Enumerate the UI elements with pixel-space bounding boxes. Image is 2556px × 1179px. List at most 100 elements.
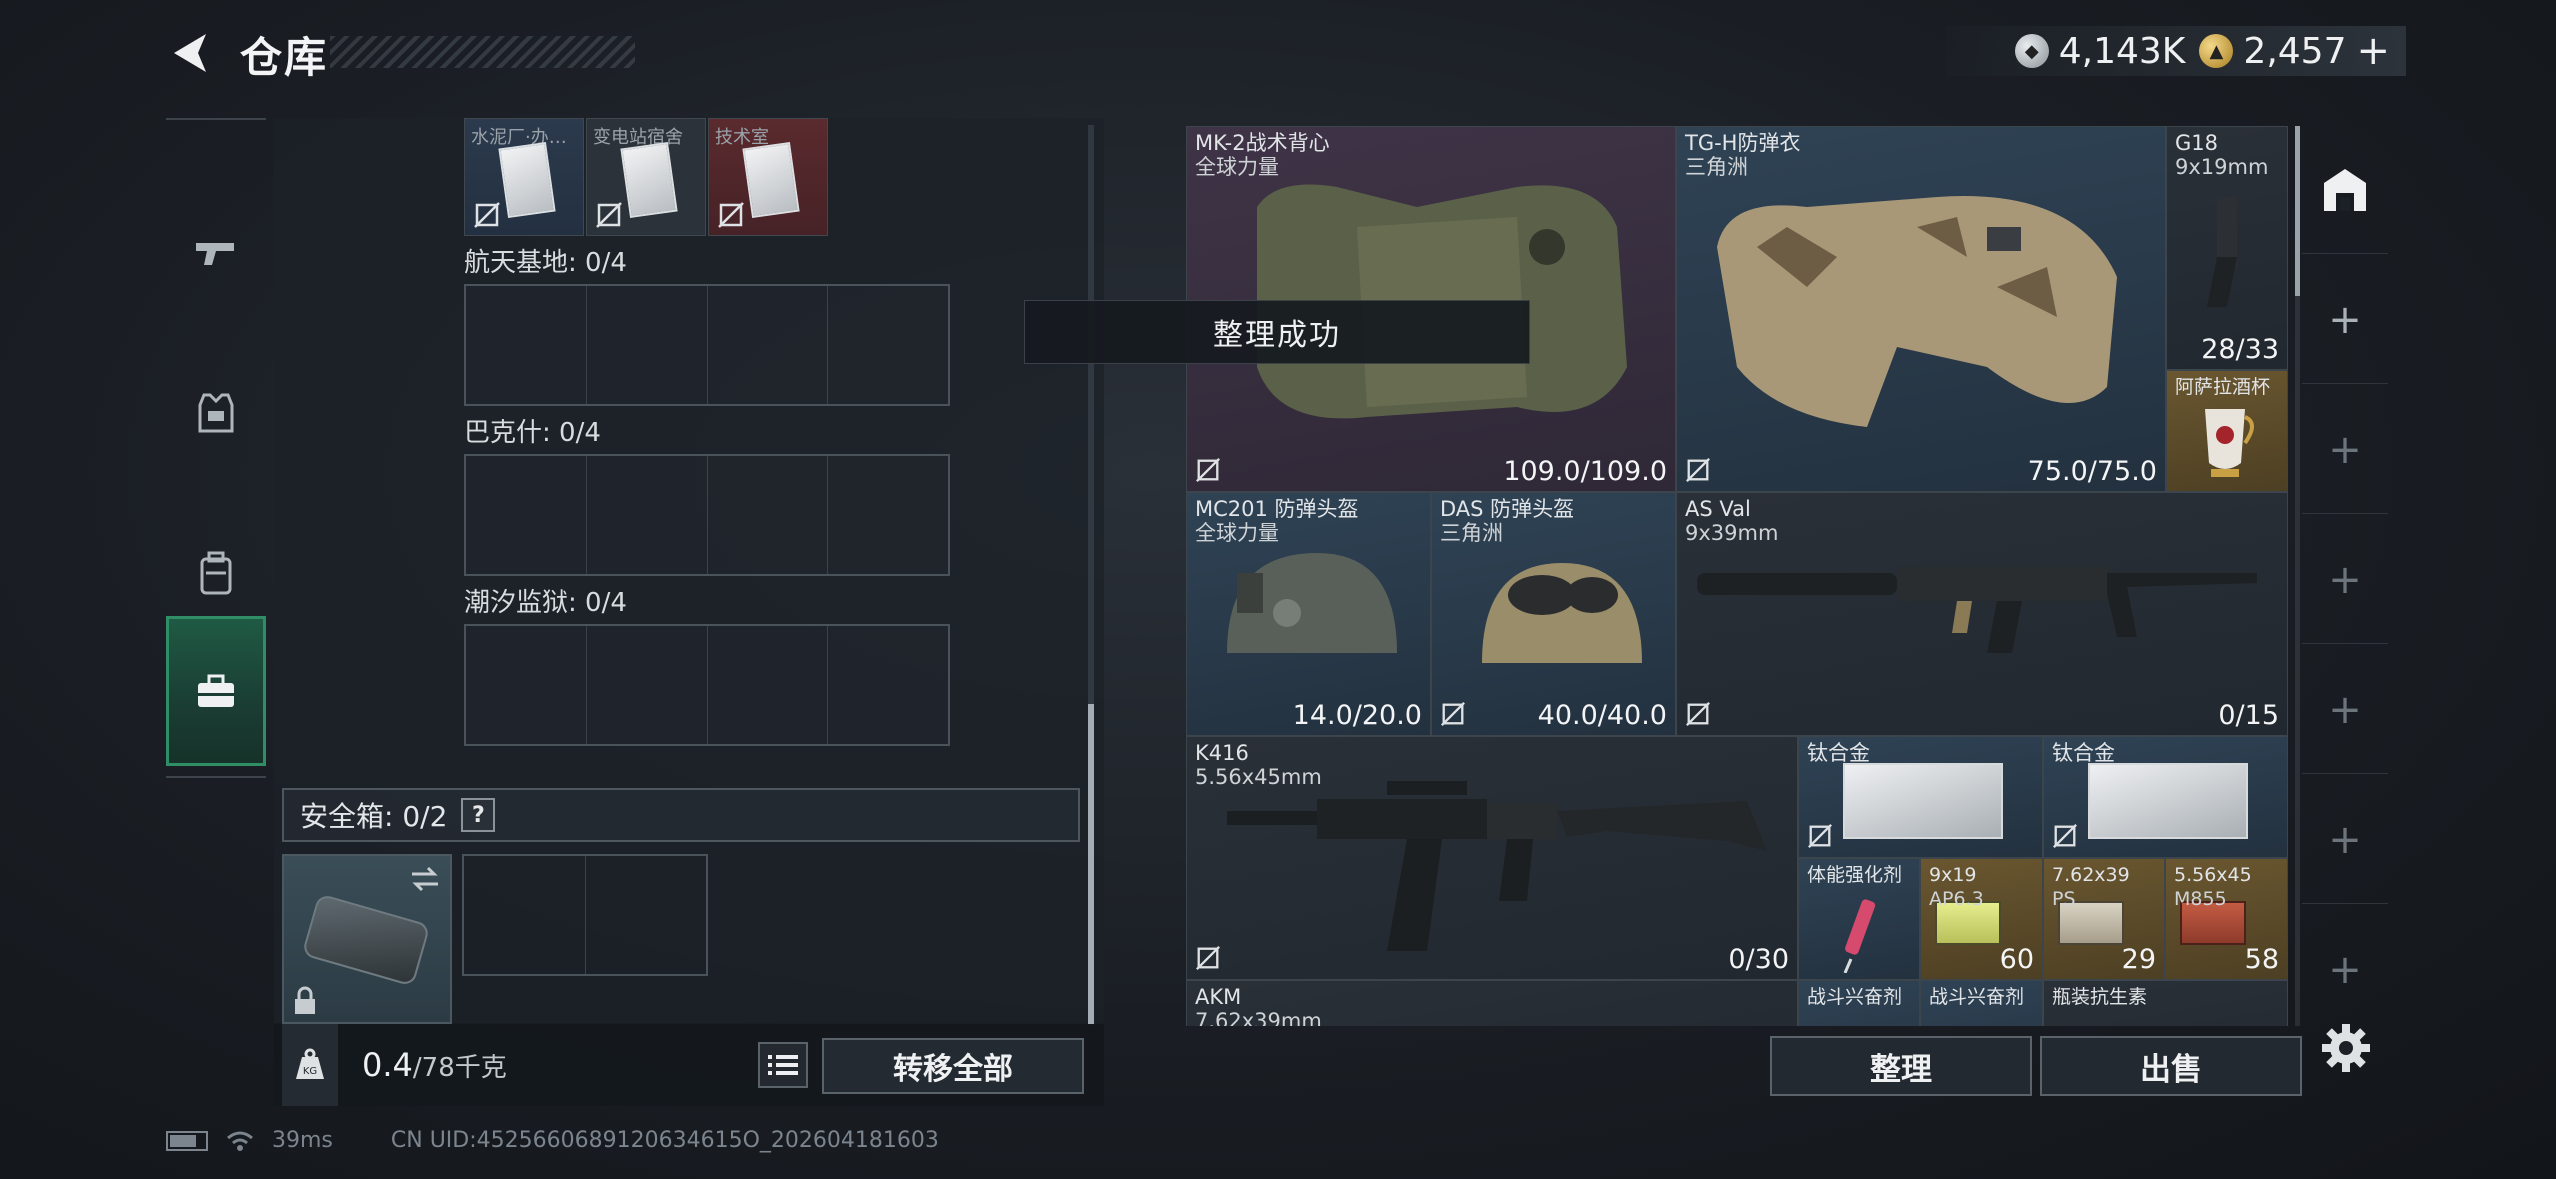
item-k416[interactable]: K416 5.56x45mm 0/30 [1186, 736, 1798, 980]
add-page-button[interactable]: + [2302, 256, 2388, 384]
pistol-icon [196, 243, 234, 265]
safe-slot[interactable] [464, 856, 586, 974]
weight-capacity: /78千克 [412, 1053, 507, 1083]
zone-label-tide-prison: 潮汐监狱: 0/4 [464, 588, 627, 618]
unbound-icon [1196, 946, 1220, 970]
item-ammo-556x45[interactable]: 5.56x45 M855 58 [2165, 858, 2288, 980]
key-slot[interactable] [586, 286, 708, 404]
help-button[interactable]: ? [461, 798, 496, 832]
plus-icon: + [2328, 556, 2362, 603]
item-antibiotic[interactable]: 瓶装抗生素 [2043, 980, 2288, 1026]
kg-label: KG [303, 1066, 317, 1077]
key-slot[interactable] [828, 286, 948, 404]
warehouse-page-1[interactable] [2302, 126, 2388, 254]
item-titanium[interactable]: 钛合金 [1798, 736, 2043, 858]
safe-slot[interactable] [586, 856, 707, 974]
unbound-icon [1196, 458, 1220, 482]
key-slot[interactable] [707, 456, 829, 574]
helmet-image [1227, 553, 1397, 653]
keycard-image [620, 142, 678, 218]
weight-kg-icon: KG [282, 1024, 338, 1106]
key-slot[interactable] [466, 626, 587, 744]
item-name: AKM [1195, 985, 1242, 1009]
item-stamina-stim[interactable]: 体能强化剂 [1798, 858, 1920, 980]
weight-value: 0.4/78千克 [362, 1046, 507, 1084]
key-slot[interactable] [466, 456, 587, 574]
item-mc201-helmet[interactable]: MC201 防弹头盔 全球力量 14.0/20.0 [1186, 492, 1431, 736]
locked-page-slot[interactable]: + [2302, 516, 2388, 644]
unbound-icon [1441, 702, 1465, 726]
locked-page-slot[interactable]: + [2302, 776, 2388, 904]
item-name: G18 [2175, 131, 2218, 155]
weight-bar: KG 0.4/78千克 转移全部 [274, 1024, 1104, 1106]
warehouse-page-rail: + + + + + + [2302, 126, 2388, 1026]
rifle-image [1227, 781, 1767, 951]
plus-icon: + [2328, 947, 2362, 993]
safe-box-slots[interactable] [462, 854, 708, 976]
item-ammo-count: 0/30 [1728, 944, 1789, 975]
item-titanium[interactable]: 钛合金 [2043, 736, 2288, 858]
locked-page-slot[interactable]: + [2302, 386, 2388, 514]
plus-icon: + [2328, 816, 2362, 863]
item-ammo-762x39[interactable]: 7.62x39 PS 29 [2043, 858, 2165, 980]
item-ammo-9x19[interactable]: 9x19 AP6.3 60 [1920, 858, 2043, 980]
sell-button[interactable]: 出售 [2040, 1036, 2302, 1096]
swap-icon[interactable] [408, 864, 442, 894]
titanium-image [1843, 763, 2003, 839]
item-das-helmet[interactable]: DAS 防弹头盔 三角洲 40.0/40.0 [1431, 492, 1676, 736]
pistol-image [2207, 197, 2237, 307]
warehouse-grid: MK-2战术背心 全球力量 109.0/109.0 TG-H防弹衣 三角洲 75… [1186, 126, 2288, 1026]
safe-case-slot[interactable] [282, 854, 452, 1024]
key-slot[interactable] [707, 286, 829, 404]
key-slot[interactable] [466, 286, 587, 404]
list-view-button[interactable] [758, 1042, 808, 1088]
item-combat-stim[interactable]: 战斗兴奋剂 [1798, 980, 1920, 1026]
category-armor[interactable] [166, 338, 266, 488]
transfer-all-button[interactable]: 转移全部 [822, 1038, 1084, 1094]
status-footer: 39ms CN UID:4525660689120634615O_2026041… [166, 1128, 939, 1153]
gear-icon [2322, 1024, 2370, 1072]
item-count: 58 [2244, 944, 2279, 975]
locked-page-slot[interactable]: + [2302, 906, 2388, 1034]
unbound-icon [596, 202, 622, 228]
category-weapons[interactable] [166, 178, 266, 328]
unbound-icon [1686, 458, 1710, 482]
key-slot[interactable] [707, 626, 829, 744]
plus-icon: + [2328, 296, 2362, 343]
zone-grid-aerospace-base[interactable] [464, 284, 950, 406]
item-asala-cup[interactable]: 阿萨拉酒杯 [2166, 370, 2288, 492]
page-title: 仓库 [240, 33, 329, 82]
unbound-icon [1686, 702, 1710, 726]
item-g18-pistol[interactable]: G18 9x19mm 28/33 [2166, 126, 2288, 370]
key-slot[interactable] [586, 456, 708, 574]
item-tgh-armor[interactable]: TG-H防弹衣 三角洲 75.0/75.0 [1676, 126, 2166, 492]
stash-item-keycard[interactable]: 变电站宿舍 [586, 118, 706, 236]
stash-scrollbar-thumb[interactable] [1088, 704, 1094, 1024]
uid-text: CN UID:4525660689120634615O_202604181603 [390, 1128, 939, 1153]
item-akm[interactable]: AKM 7.62x39mm [1186, 980, 1798, 1026]
stash-item-keycard[interactable]: 技术室 [708, 118, 828, 236]
zone-grid-bakhsh[interactable] [464, 454, 950, 576]
key-slot[interactable] [828, 626, 948, 744]
stash-item-keycard[interactable]: 水泥厂·办… [464, 118, 584, 236]
back-button[interactable] [166, 28, 216, 78]
warehouse-scrollbar-thumb[interactable] [2295, 126, 2300, 296]
item-as-val[interactable]: AS Val 9x39mm 0/15 [1676, 492, 2288, 736]
wifi-icon [227, 1131, 253, 1151]
battery-icon [166, 1130, 208, 1151]
sort-button[interactable]: 整理 [1770, 1036, 2032, 1096]
category-storage-active[interactable] [166, 616, 266, 766]
gold-coin-icon: ▲ [2199, 34, 2234, 68]
key-slot[interactable] [828, 456, 948, 574]
plus-icon: + [2328, 686, 2362, 733]
item-sub: AP6.3 [1929, 888, 1984, 910]
locked-page-slot[interactable]: + [2302, 646, 2388, 774]
item-combat-stim[interactable]: 战斗兴奋剂 [1920, 980, 2043, 1026]
settings-button[interactable] [2316, 1018, 2376, 1078]
zone-grid-tide-prison[interactable] [464, 624, 950, 746]
keycard-image [498, 142, 556, 218]
toolbox-icon [198, 674, 234, 707]
item-ammo-count: 0/15 [2218, 700, 2279, 731]
key-slot[interactable] [586, 626, 708, 744]
add-currency-button[interactable]: + [2356, 28, 2390, 74]
